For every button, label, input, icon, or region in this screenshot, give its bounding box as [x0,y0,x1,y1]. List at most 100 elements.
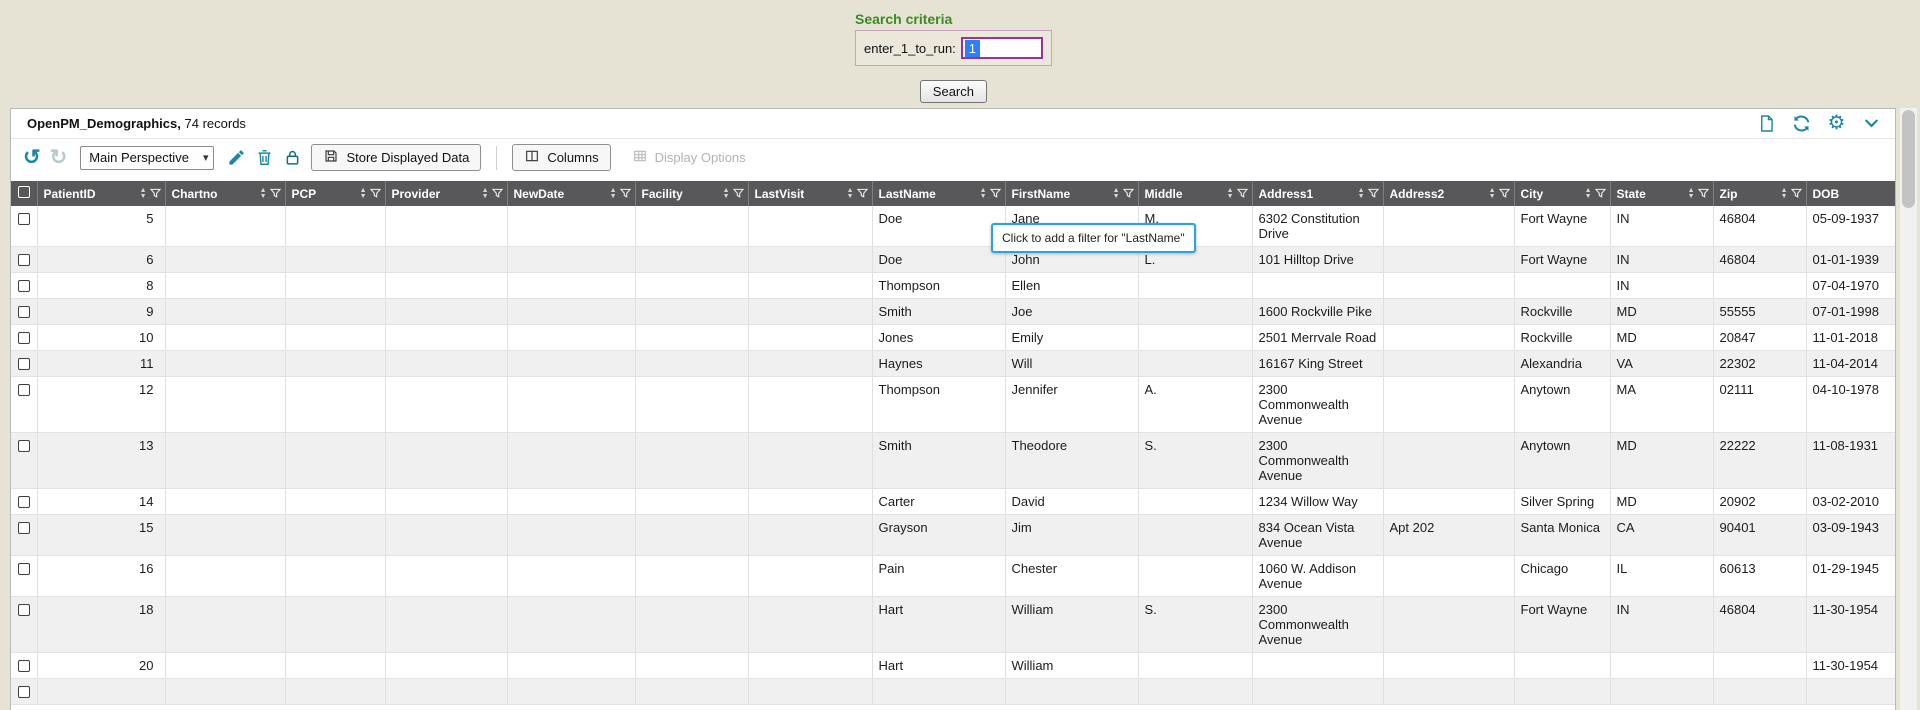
filter-icon[interactable] [492,188,503,199]
sort-icon[interactable]: ▲▼ [140,188,147,200]
cell-middle [1138,489,1252,515]
column-header-last-name[interactable]: LastName▲▼ [872,181,1005,206]
table-row: 14CarterDavid1234 Willow WaySilver Sprin… [11,489,1895,515]
filter-icon[interactable] [270,188,281,199]
row-select-cell [11,679,37,705]
cell-facility [635,489,748,515]
cell-chartno [165,206,285,247]
filter-icon[interactable] [1595,188,1606,199]
filter-icon[interactable] [857,188,868,199]
search-criteria-title: Search criteria [855,11,1052,27]
redo-icon[interactable]: ↻ [50,147,68,168]
row-checkbox[interactable] [18,213,30,225]
column-header-state[interactable]: State▲▼ [1610,181,1713,206]
sort-icon[interactable]: ▲▼ [1781,188,1788,200]
row-checkbox[interactable] [18,563,30,575]
undo-icon[interactable]: ↺ [23,147,41,168]
filter-icon[interactable] [1791,188,1802,199]
cell-last-name: Thompson [872,273,1005,299]
column-header-facility[interactable]: Facility▲▼ [635,181,748,206]
cell-address1 [1252,679,1383,705]
filter-icon[interactable] [1237,188,1248,199]
row-checkbox[interactable] [18,604,30,616]
filter-icon[interactable] [370,188,381,199]
column-header-address2[interactable]: Address2▲▼ [1383,181,1514,206]
sort-icon[interactable]: ▲▼ [1688,188,1695,200]
search-button[interactable]: Search [920,80,987,103]
sort-icon[interactable]: ▲▼ [1489,188,1496,200]
filter-icon[interactable] [620,188,631,199]
columns-button[interactable]: Columns [512,144,610,171]
select-all-header[interactable] [11,181,37,206]
sort-icon[interactable]: ▲▼ [1113,188,1120,200]
column-header-middle[interactable]: Middle▲▼ [1138,181,1252,206]
chevron-down-icon: ▾ [203,151,209,164]
filter-icon[interactable] [990,188,1001,199]
enter-1-to-run-input[interactable]: 1 [961,37,1043,59]
column-header-zip[interactable]: Zip ▲▼ [1713,181,1806,206]
row-checkbox[interactable] [18,306,30,318]
cell-middle [1138,351,1252,377]
sort-icon[interactable]: ▲▼ [723,188,730,200]
sort-icon[interactable]: ▲▼ [610,188,617,200]
cell-address2 [1383,351,1514,377]
sort-icon[interactable]: ▲▼ [847,188,854,200]
store-displayed-data-button[interactable]: Store Displayed Data [311,144,481,171]
row-checkbox[interactable] [18,686,30,698]
filter-icon[interactable] [150,188,161,199]
cell-city: Fort Wayne [1514,247,1610,273]
toolbar-separator [496,146,497,170]
column-header-chartno[interactable]: Chartno▲▼ [165,181,285,206]
sort-icon[interactable]: ▲▼ [1585,188,1592,200]
sort-icon[interactable]: ▲▼ [1358,188,1365,200]
column-header-new-date[interactable]: NewDate▲▼ [507,181,635,206]
column-header-last-visit[interactable]: LastVisit▲▼ [748,181,872,206]
sort-icon[interactable]: ▲▼ [360,188,367,200]
row-checkbox[interactable] [18,332,30,344]
sort-icon[interactable]: ▲▼ [482,188,489,200]
column-label: Zip [1720,187,1738,201]
edit-pencil-icon[interactable] [227,148,246,167]
document-icon[interactable] [1757,114,1776,133]
sort-icon[interactable]: ▲▼ [980,188,987,200]
cell-address2 [1383,653,1514,679]
filter-icon[interactable] [1698,188,1709,199]
cell-provider [385,377,507,433]
column-header-first-name[interactable]: FirstName▲▼ [1005,181,1138,206]
row-checkbox[interactable] [18,358,30,370]
row-checkbox[interactable] [18,384,30,396]
sort-icon[interactable]: ▲▼ [1227,188,1234,200]
row-checkbox[interactable] [18,660,30,672]
trash-icon[interactable] [255,148,274,167]
row-checkbox[interactable] [18,496,30,508]
cell-pcp [285,273,385,299]
filter-icon[interactable] [733,188,744,199]
column-header-city[interactable]: City▲▼ [1514,181,1610,206]
column-header-provider[interactable]: Provider▲▼ [385,181,507,206]
gear-icon[interactable]: ⚙ [1827,114,1846,133]
row-checkbox[interactable] [18,440,30,452]
lock-icon[interactable] [283,148,302,167]
filter-icon[interactable] [1499,188,1510,199]
row-checkbox[interactable] [18,280,30,292]
column-header-dob[interactable]: DOB▲▼ [1806,181,1895,206]
search-criteria-section: Search criteria enter_1_to_run: 1 Search [855,11,1052,103]
row-checkbox[interactable] [18,522,30,534]
cell-last-visit [748,206,872,247]
column-header-address1[interactable]: Address1▲▼ [1252,181,1383,206]
collapse-chevron-icon[interactable] [1862,114,1881,133]
select-all-checkbox[interactable] [18,186,30,198]
filter-icon[interactable] [1368,188,1379,199]
column-header-patient-id[interactable]: PatientID▲▼ [37,181,165,206]
refresh-icon[interactable] [1792,114,1811,133]
column-header-pcp[interactable]: PCP▲▼ [285,181,385,206]
row-checkbox[interactable] [18,254,30,266]
scrollbar-thumb[interactable] [1902,110,1915,208]
vertical-scrollbar[interactable] [1900,108,1917,710]
perspective-select[interactable]: Main Perspective ▾ [80,146,214,170]
sort-icon[interactable]: ▲▼ [260,188,267,200]
filter-icon[interactable] [1123,188,1134,199]
cell-first-name: David [1005,489,1138,515]
table-row: 15GraysonJim834 Ocean Vista AvenueApt 20… [11,515,1895,556]
cell-dob: 07-01-1998 [1806,299,1895,325]
